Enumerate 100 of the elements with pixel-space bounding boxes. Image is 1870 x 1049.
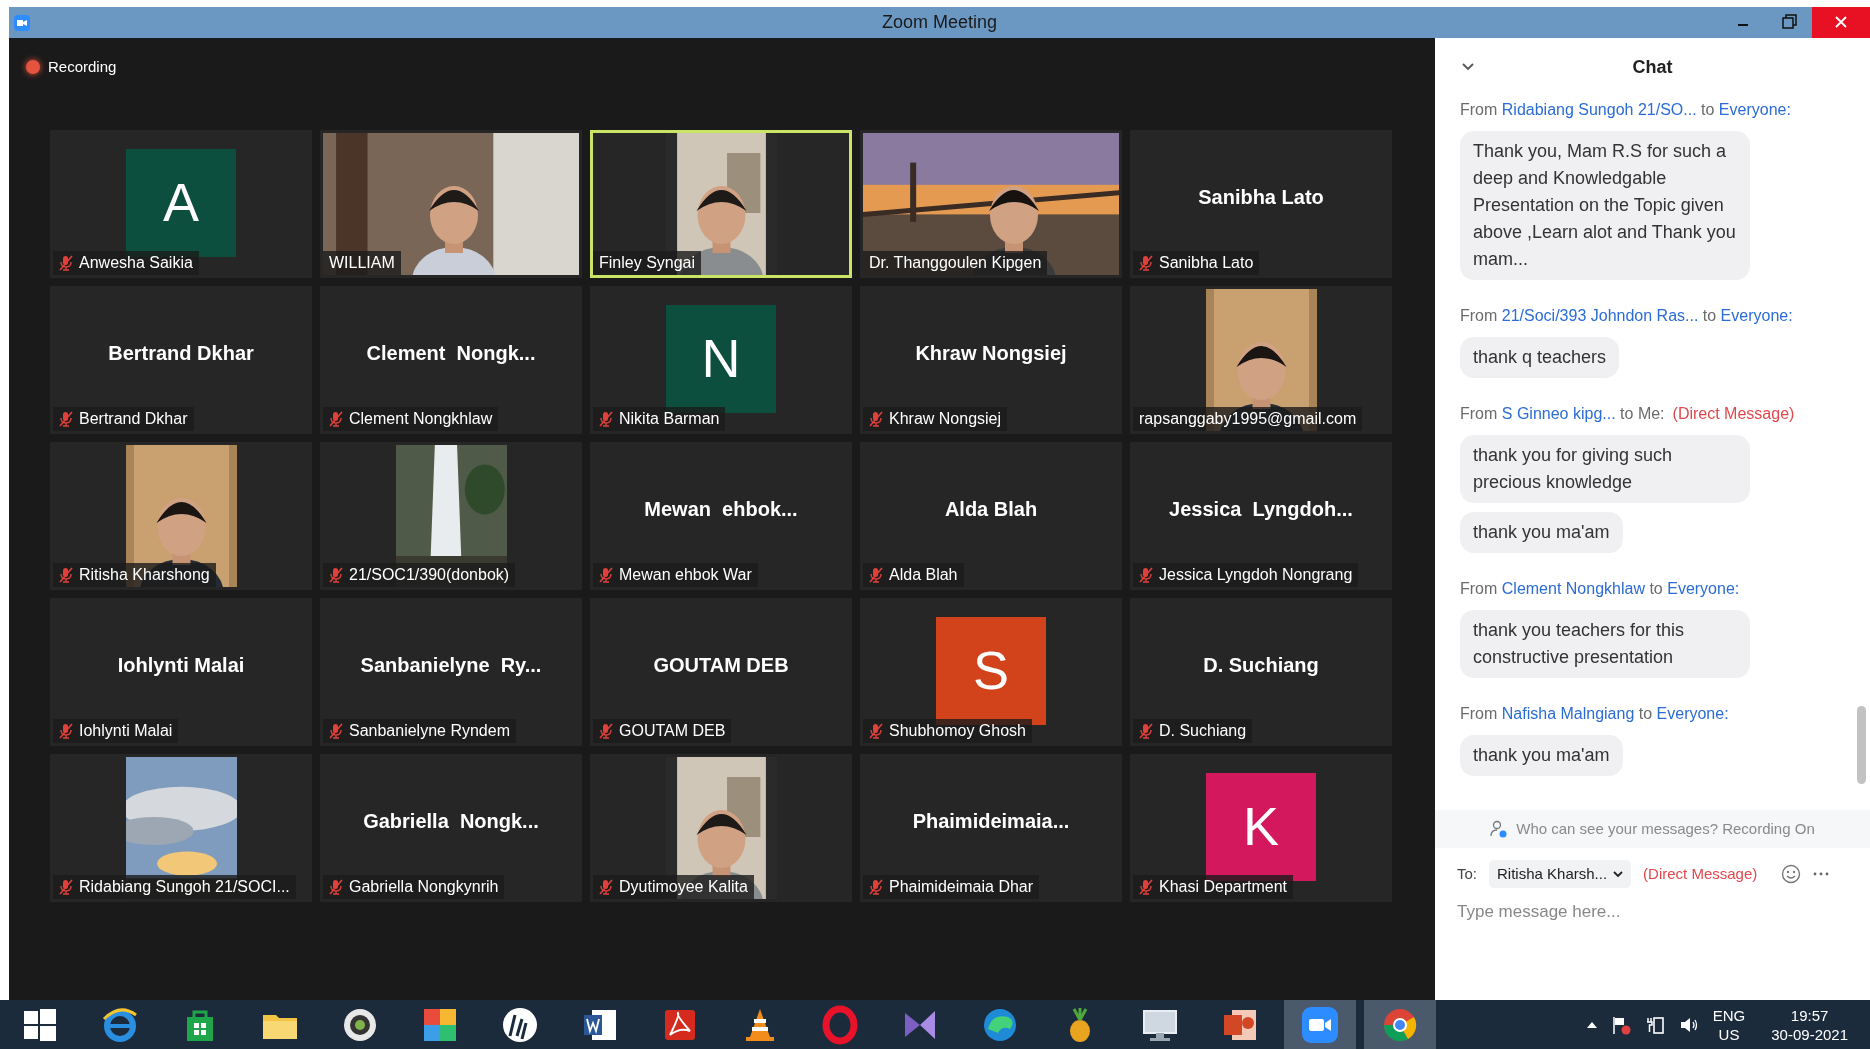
- participant-title: Clement Nongk...: [366, 340, 536, 366]
- from-label: From: [1460, 705, 1499, 722]
- avatar: S: [936, 616, 1046, 725]
- person-icon: [1490, 820, 1509, 838]
- sender-name[interactable]: 21/Soci/393 Johndon Ras...: [1501, 307, 1699, 324]
- to-label: to: [1701, 307, 1718, 324]
- direct-message-label: (Direct Message): [1672, 405, 1795, 422]
- message-bubble: thank you teachers for this constructive presentation: [1460, 610, 1750, 678]
- caret-up-icon[interactable]: [1586, 1021, 1597, 1028]
- message-bubble: thank you ma'am: [1460, 512, 1623, 553]
- participant-name: 21/SOC1/390(donbok): [349, 564, 510, 585]
- participant-name: Ritisha Kharshong: [79, 564, 210, 585]
- to-label: to: [1619, 405, 1635, 422]
- participant-title: GOUTAM DEB: [653, 652, 789, 678]
- avatar: A: [126, 148, 236, 257]
- emoji-icon[interactable]: [1781, 864, 1802, 884]
- to-label: to: [1637, 705, 1654, 722]
- recording-label: Recording: [48, 57, 117, 77]
- chat-title: Chat: [1632, 55, 1673, 79]
- direct-message-label: (Direct Message): [1643, 863, 1758, 884]
- participant-name: Mewan ehbok War: [619, 564, 752, 585]
- muted-mic-icon: [599, 410, 613, 427]
- language-indicator[interactable]: ENG: [1712, 1005, 1746, 1025]
- participant-name: D. Suchiang: [1159, 720, 1247, 741]
- participant-title: Alda Blah: [944, 496, 1038, 522]
- avatar: N: [666, 304, 776, 413]
- muted-mic-icon: [1139, 254, 1153, 271]
- region-indicator[interactable]: US: [1718, 1024, 1740, 1044]
- privacy-note[interactable]: Who can see your messages? Recording On: [1516, 817, 1815, 841]
- message-input[interactable]: Type message here...: [1457, 898, 1848, 926]
- muted-mic-icon: [329, 566, 343, 583]
- muted-mic-icon: [1139, 566, 1153, 583]
- participant-name: GOUTAM DEB: [619, 720, 726, 741]
- taskbar-button[interactable]: [1284, 1000, 1356, 1049]
- avatar: K: [1206, 772, 1316, 881]
- recipient-dropdown[interactable]: Ritisha Kharsh...: [1489, 860, 1632, 888]
- participant-name: Sanbanielyne Ryndem: [349, 720, 510, 741]
- sender-name[interactable]: Clement Nongkhlaw: [1501, 580, 1645, 597]
- muted-mic-icon: [869, 878, 883, 895]
- muted-mic-icon: [329, 410, 343, 427]
- muted-mic-icon: [869, 566, 883, 583]
- participant-title: Sanbanielyne Ry...: [360, 652, 542, 678]
- message-bubble: thank you ma'am: [1460, 735, 1623, 776]
- muted-mic-icon: [869, 410, 883, 427]
- participant-title: Jessica Lyngdoh...: [1169, 496, 1353, 522]
- muted-mic-icon: [59, 410, 73, 427]
- participant-name: Jessica Lyngdoh Nongrang: [1159, 564, 1353, 585]
- sender-name[interactable]: S Ginneo kipg...: [1501, 405, 1616, 422]
- participant-name: Sanibha Lato: [1159, 252, 1254, 273]
- participant-title: Mewan ehbok...: [644, 496, 798, 522]
- participant-name: Khraw Nongsiej: [889, 408, 1002, 429]
- window-title: Zoom Meeting: [881, 11, 998, 34]
- message-bubble: thank you for giving such precious knowledge: [1460, 435, 1750, 503]
- video-camera-icon: [14, 14, 30, 31]
- muted-mic-icon: [599, 722, 613, 739]
- sender-name[interactable]: Ridabiang Sungoh 21/SO...: [1501, 101, 1697, 118]
- muted-mic-icon: [599, 878, 613, 895]
- participant-name: Bertrand Dkhar: [79, 408, 188, 429]
- participant-title: Khraw Nongsiej: [915, 340, 1067, 366]
- battery-icon[interactable]: [1644, 1014, 1665, 1035]
- muted-mic-icon: [329, 722, 343, 739]
- from-label: From: [1460, 405, 1499, 422]
- muted-mic-icon: [1139, 722, 1153, 739]
- muted-mic-icon: [1139, 878, 1153, 895]
- muted-mic-icon: [59, 254, 73, 271]
- participant-name: Dyutimoyee Kalita: [619, 876, 748, 897]
- sender-name[interactable]: Nafisha Malngiang: [1501, 705, 1635, 722]
- muted-mic-icon: [59, 878, 73, 895]
- participant-name: Iohlynti Malai: [79, 720, 173, 741]
- participant-title: Bertrand Dkhar: [108, 340, 254, 366]
- close-icon[interactable]: [1812, 7, 1870, 38]
- from-label: From: [1460, 307, 1499, 324]
- participant-name: Phaimideimaia Dhar: [889, 876, 1034, 897]
- clock-date[interactable]: 30-09-2021: [1771, 1024, 1848, 1044]
- message-bubble: Thank you, Mam R.S for such a deep and Knowledgable Presentation on the Topic given above ,Learn alot and Thank you mam...: [1460, 131, 1750, 280]
- ring-icon[interactable]: [820, 1004, 860, 1045]
- clock-time[interactable]: 19:57: [1790, 1005, 1829, 1025]
- muted-mic-icon: [599, 566, 613, 583]
- chevron-down-icon[interactable]: [1461, 62, 1475, 72]
- participant-name: Ridabiang Sungoh 21/SOCI...: [79, 876, 290, 897]
- participant-title: D. Suchiang: [1203, 652, 1319, 678]
- participant-title: Iohlynti Malai: [117, 652, 245, 678]
- participant-name: rapsanggaby1995@gmail.com: [1139, 408, 1357, 429]
- from-label: From: [1460, 580, 1499, 597]
- muted-mic-icon: [59, 722, 73, 739]
- message-bubble: thank q teachers: [1460, 337, 1620, 378]
- recipient: Everyone:: [1720, 307, 1793, 324]
- recipient: Everyone:: [1667, 580, 1740, 597]
- more-icon[interactable]: [1813, 871, 1830, 877]
- recipient: Me:: [1637, 405, 1665, 422]
- to-label: to: [1700, 101, 1716, 118]
- participant-title: Sanibha Lato: [1198, 184, 1324, 210]
- participant-title: Gabriella Nongk...: [363, 808, 539, 834]
- video-camera-icon[interactable]: [1300, 1004, 1340, 1045]
- muted-mic-icon: [59, 566, 73, 583]
- participant-name: Finley Syngai: [599, 252, 696, 273]
- participant-name: WILLIAM: [329, 252, 395, 273]
- caret-icon: [1613, 870, 1624, 878]
- flag-icon[interactable]: [1610, 1014, 1631, 1035]
- to-label: to: [1648, 580, 1664, 597]
